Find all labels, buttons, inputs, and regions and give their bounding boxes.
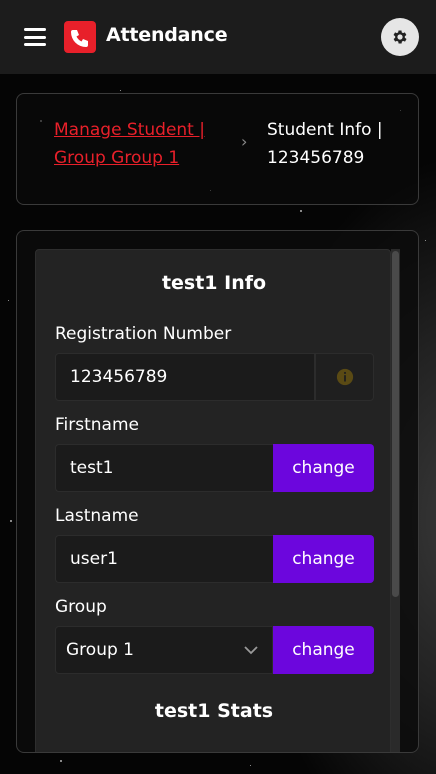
- registration-label: Registration Number: [55, 324, 232, 344]
- app-header: Attendance: [0, 0, 436, 74]
- student-stats-title: test1 Stats: [154, 700, 274, 722]
- registration-info-addon: [315, 353, 374, 401]
- scrollbar-thumb[interactable]: [392, 251, 399, 597]
- gear-icon: [393, 30, 407, 44]
- chevron-down-icon: [244, 646, 258, 655]
- group-label: Group: [55, 597, 107, 617]
- change-group-button[interactable]: change: [273, 626, 374, 674]
- breadcrumb: Manage Student | Group Group 1 › Student…: [16, 93, 419, 205]
- firstname-label: Firstname: [55, 415, 139, 435]
- group-select-value: Group 1: [66, 640, 134, 660]
- student-info-panel: test1 Info Registration Number 123456789…: [35, 249, 391, 752]
- change-lastname-button[interactable]: change: [273, 535, 374, 583]
- group-select[interactable]: Group 1: [55, 626, 273, 674]
- change-firstname-button[interactable]: change: [273, 444, 374, 492]
- lastname-field[interactable]: user1: [55, 535, 273, 583]
- breadcrumb-separator: ›: [241, 132, 248, 151]
- registration-field: 123456789: [55, 353, 315, 401]
- lastname-label: Lastname: [55, 506, 139, 526]
- app-title: Attendance: [106, 24, 228, 46]
- firstname-field[interactable]: test1: [55, 444, 273, 492]
- settings-button[interactable]: [381, 18, 419, 56]
- student-info-title: test1 Info: [161, 272, 267, 294]
- panel-scrollbar[interactable]: [391, 249, 400, 752]
- hamburger-menu-icon[interactable]: [24, 28, 46, 46]
- student-card: test1 Info Registration Number 123456789…: [16, 230, 419, 753]
- breadcrumb-current: Student Info | 123456789: [267, 120, 383, 168]
- breadcrumb-link-manage-student[interactable]: Manage Student | Group Group 1: [54, 116, 219, 172]
- info-icon: [336, 368, 353, 386]
- phone-logo-icon: [64, 21, 96, 53]
